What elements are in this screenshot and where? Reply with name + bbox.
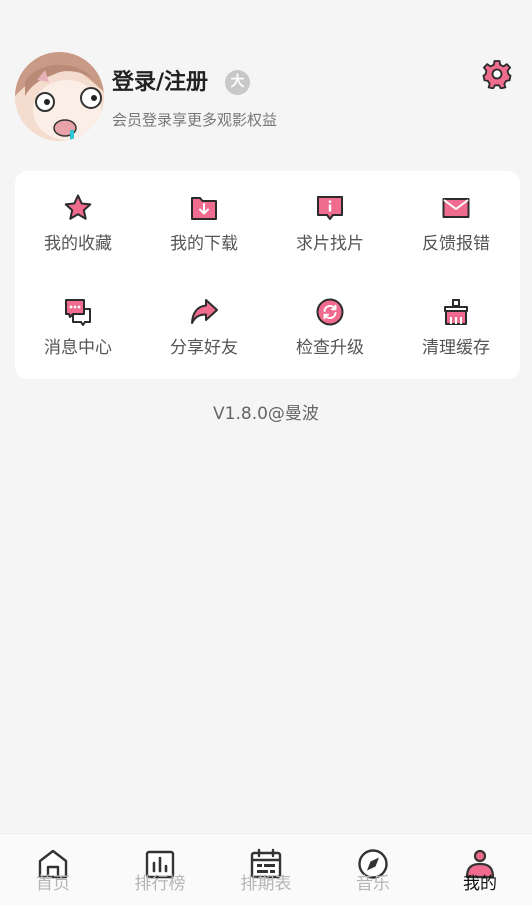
menu-item-downloads[interactable]: 我的下载 — [141, 171, 267, 275]
menu-item-label: 反馈报错 — [422, 234, 490, 254]
request-icon — [317, 196, 343, 220]
bottom-nav: 首页 排行榜 排期表 音乐 我的 — [0, 833, 532, 905]
nav-label: 音乐 — [356, 874, 390, 894]
menu-item-clear-cache[interactable]: 清理缓存 — [393, 275, 519, 379]
menu-grid: 我的收藏 我的下载 求片找片 反馈报错 消息中心 分享好友 检查升级 清理缓存 — [15, 171, 520, 379]
nav-mine[interactable]: 我的 — [427, 834, 532, 905]
nav-label: 我的 — [463, 874, 497, 894]
avatar[interactable] — [15, 52, 104, 141]
share-icon — [191, 299, 218, 324]
settings-button[interactable] — [482, 59, 512, 90]
gear-icon — [482, 60, 512, 90]
version-text: V1.8.0@曼波 — [213, 404, 319, 424]
menu-item-label: 求片找片 — [296, 234, 364, 254]
menu-item-label: 检查升级 — [296, 338, 364, 358]
profile-header: 登录/注册 大 会员登录享更多观影权益 — [0, 0, 532, 160]
menu-item-messages[interactable]: 消息中心 — [15, 275, 141, 379]
refresh-icon — [316, 298, 344, 326]
vip-badge: 大 — [225, 70, 250, 95]
menu-item-label: 我的下载 — [170, 234, 238, 254]
login-register-link[interactable]: 登录/注册 — [112, 68, 208, 98]
nav-label: 排期表 — [240, 874, 292, 894]
nav-home[interactable]: 首页 — [0, 834, 106, 905]
nav-schedule[interactable]: 排期表 — [213, 834, 319, 905]
login-subtitle: 会员登录享更多观影权益 — [112, 111, 278, 129]
nav-label: 排行榜 — [134, 874, 186, 894]
menu-item-share[interactable]: 分享好友 — [141, 275, 267, 379]
nav-ranking[interactable]: 排行榜 — [107, 834, 213, 905]
nav-music[interactable]: 音乐 — [320, 834, 426, 905]
menu-item-label: 消息中心 — [44, 338, 112, 358]
menu-item-label: 我的收藏 — [44, 234, 112, 254]
menu-item-feedback[interactable]: 反馈报错 — [393, 171, 519, 275]
menu-item-update[interactable]: 检查升级 — [267, 275, 393, 379]
nav-label: 首页 — [36, 874, 70, 894]
menu-item-label: 分享好友 — [170, 338, 238, 358]
star-icon — [64, 194, 92, 220]
menu-card: 我的收藏 我的下载 求片找片 反馈报错 消息中心 分享好友 检查升级 清理缓存 — [15, 171, 520, 379]
menu-item-label: 清理缓存 — [422, 338, 490, 358]
download-folder-icon — [191, 197, 217, 220]
clean-icon — [444, 299, 468, 325]
message-icon — [65, 299, 91, 326]
profile-page: 登录/注册 大 会员登录享更多观影权益 我的收藏 我的下载 求片找片 反馈报错 … — [0, 0, 532, 905]
menu-item-request[interactable]: 求片找片 — [267, 171, 393, 275]
mail-icon — [442, 198, 470, 218]
menu-item-favorites[interactable]: 我的收藏 — [15, 171, 141, 275]
